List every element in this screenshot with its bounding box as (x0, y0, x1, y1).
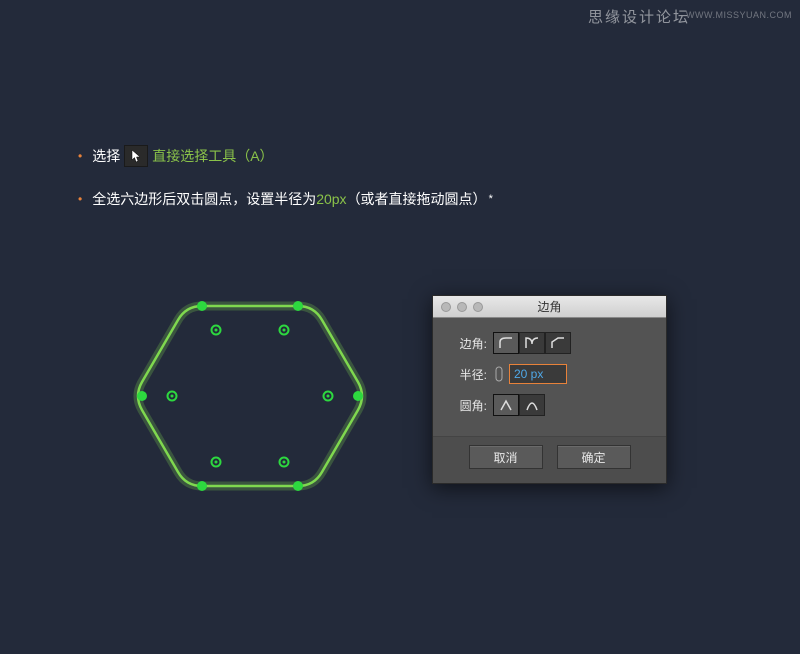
instruction-line-1: • 选择 直接选择工具（A） (78, 145, 493, 167)
bullet-icon: • (78, 149, 82, 163)
dialog-button-row: 取消 确定 (433, 436, 666, 483)
watermark-en: WWW.MISSYUAN.COM (686, 10, 792, 20)
rounding-option-absolute[interactable] (493, 394, 519, 416)
dialog-titlebar[interactable]: 边角 (433, 296, 666, 318)
rounding-label: 圆角: (447, 397, 487, 414)
close-icon[interactable] (441, 302, 451, 312)
radius-label: 半径: (447, 366, 487, 383)
rounding-row: 圆角: (447, 394, 652, 416)
direct-selection-tool-icon (124, 145, 148, 167)
corner-dialog: 边角 边角: 半径: 圆角: (432, 295, 667, 484)
corner-type-row: 边角: (447, 332, 652, 354)
line2-post: （或者直接拖动圆点） (347, 189, 487, 209)
zoom-icon[interactable] (473, 302, 483, 312)
line2-pre: 全选六边形后双击圆点，设置半径为 (92, 189, 316, 209)
traffic-lights[interactable] (441, 302, 483, 312)
rounding-option-relative[interactable] (519, 394, 545, 416)
corner-option-inverted[interactable] (519, 332, 545, 354)
radius-input[interactable] (509, 364, 567, 384)
line1-pre: 选择 (92, 146, 120, 166)
line2-radius: 20px (316, 191, 346, 207)
corner-option-chamfer[interactable] (545, 332, 571, 354)
cancel-button[interactable]: 取消 (469, 445, 543, 469)
minimize-icon[interactable] (457, 302, 467, 312)
hexagon-shape[interactable] (130, 290, 370, 513)
corner-label: 边角: (447, 335, 487, 352)
radius-row: 半径: (447, 364, 652, 384)
line2-asterisk: * (489, 193, 493, 205)
instruction-line-2: • 全选六边形后双击圆点，设置半径为 20px （或者直接拖动圆点） * (78, 189, 493, 209)
link-icon[interactable] (493, 365, 505, 383)
watermark-cn: 思缘设计论坛 (588, 6, 690, 27)
line1-tool: 直接选择工具（A） (152, 146, 273, 166)
instructions: • 选择 直接选择工具（A） • 全选六边形后双击圆点，设置半径为 20px （… (78, 145, 493, 231)
bullet-icon: • (78, 192, 82, 206)
ok-button[interactable]: 确定 (557, 445, 631, 469)
corner-option-round[interactable] (493, 332, 519, 354)
dialog-body: 边角: 半径: 圆角: (433, 318, 666, 436)
